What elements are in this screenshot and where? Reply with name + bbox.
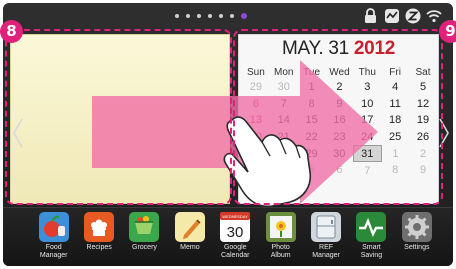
callout-badge-8: 8 [0,20,23,43]
dock-app-label: Photo Album [270,244,291,259]
grocery-icon [129,212,160,242]
dock-app-settings[interactable]: Settings [394,212,439,260]
dock-app-smart-saving[interactable]: Smart Saving [349,212,394,260]
ref-manager-icon [311,212,342,242]
dock-app-recipes[interactable]: Recipes [76,212,121,260]
app-dock: Food Manager Recipes Grocery Memo WEDNESDAY 3… [3,207,453,266]
dock-app-label: Food Manager [39,244,68,259]
dock-app-label: REF Manager [312,244,340,259]
svg-text:30: 30 [227,224,244,241]
app-list: Food Manager Recipes Grocery Memo WEDNESDAY 3… [31,212,440,260]
dock-app-label: Memo [180,244,200,251]
dock-app-food-manager[interactable]: Food Manager [31,212,76,260]
page-dot[interactable] [219,14,223,18]
dock-app-label: Smart Saving [360,244,383,259]
page-dot[interactable] [186,14,190,18]
calendar-widget-highlight [233,29,443,205]
wifi-icon [425,7,442,24]
dock-app-label: Google Calendar [221,244,250,259]
dock-app-google-calendar[interactable]: WEDNESDAY 30 Google Calendar [213,212,258,260]
page-dot[interactable] [230,14,234,18]
page-dot[interactable] [208,14,212,18]
photo-album-icon [265,212,296,242]
svg-text:WEDNESDAY: WEDNESDAY [223,214,249,219]
sync-icon [383,7,400,24]
food-manager-icon [38,212,69,242]
dock-app-ref-manager[interactable]: REF Manager [303,212,348,260]
page-indicator [175,13,247,19]
settings-icon [401,212,432,242]
dock-app-photo-album[interactable]: Photo Album [258,212,303,260]
memo-icon [174,212,205,242]
dock-app-memo[interactable]: Memo [167,212,212,260]
dock-app-label: Settings [404,244,430,251]
memo-widget-highlight [5,29,232,205]
dock-app-label: Grocery [132,244,157,251]
callout-badge-9: 9 [439,20,456,43]
page-dot[interactable] [241,13,247,19]
dock-app-grocery[interactable]: Grocery [122,212,167,260]
status-bar [362,7,442,24]
page-dot[interactable] [197,14,201,18]
recipes-icon [84,212,115,242]
smart-saving-icon [356,212,387,242]
lock-icon [362,7,379,24]
dock-app-label: Recipes [86,244,112,251]
google-calendar-icon: WEDNESDAY 30 [220,212,251,242]
z-icon [404,7,421,24]
page-dot[interactable] [175,14,179,18]
